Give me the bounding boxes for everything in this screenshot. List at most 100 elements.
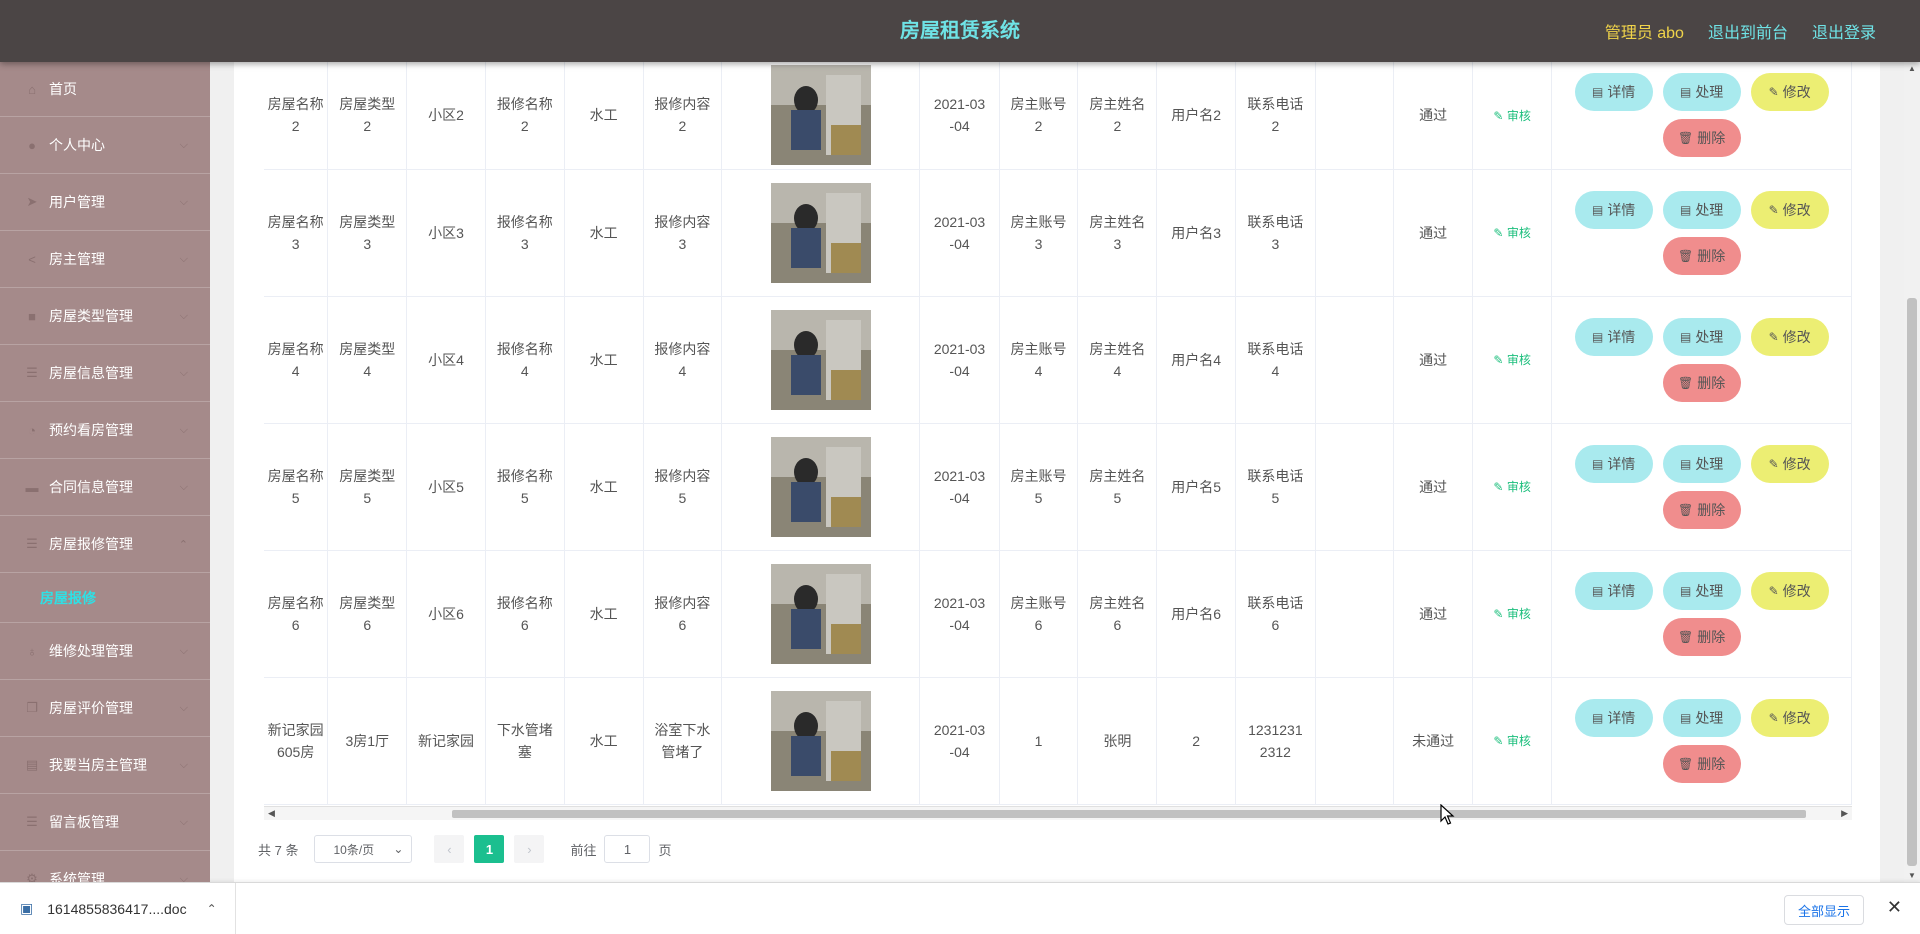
cell-repair-content: 报修内容 5 — [643, 423, 723, 551]
goto-page-input[interactable] — [604, 835, 651, 863]
sidebar-item-appointments[interactable]: ◔ 预约看房管理 ⌵ — [0, 402, 210, 459]
scrollbar-thumb[interactable] — [452, 810, 1806, 818]
detail-button[interactable]: ▤ 详情 — [1574, 698, 1653, 737]
sidebar-item-label: 房屋类型管理 — [49, 308, 133, 324]
cell-username: 用户名4 — [1156, 296, 1237, 424]
detail-button[interactable]: ▤ 详情 — [1574, 190, 1653, 229]
repair-photo[interactable] — [770, 690, 871, 791]
next-page-button[interactable]: › — [514, 835, 545, 863]
sidebar-item-maintenance[interactable]: ♁ 维修处理管理 ⌵ — [0, 623, 210, 680]
edit-button[interactable]: ✎ 修改 — [1750, 444, 1829, 483]
repair-photo[interactable] — [770, 182, 871, 283]
handle-button[interactable]: ▤ 处理 — [1662, 317, 1741, 356]
delete-button[interactable]: 🗑 删除 — [1662, 363, 1741, 402]
sidebar-subitem-repair[interactable]: 房屋报修 — [0, 573, 210, 623]
handle-button[interactable]: ▤ 处理 — [1662, 73, 1741, 112]
audit-button[interactable]: ✎ 审核 — [1493, 480, 1530, 494]
audit-button[interactable]: ✎ 审核 — [1493, 353, 1530, 367]
prev-page-button[interactable]: ‹ — [434, 835, 465, 863]
cell-photo — [721, 550, 921, 678]
page-size-select[interactable]: 10条/页 ⌄ — [314, 835, 413, 863]
cell-community: 小区4 — [406, 296, 486, 424]
cell-actions: ▤ 详情 ▤ 处理 ✎ 修改 🗑 删除 — [1551, 62, 1852, 170]
edit-button[interactable]: ✎ 修改 — [1750, 190, 1829, 229]
detail-button[interactable]: ▤ 详情 — [1574, 444, 1653, 483]
cell-repair-name: 报修名称 5 — [485, 423, 565, 551]
sidebar-item-label: 留言板管理 — [49, 814, 119, 830]
edit-button[interactable]: ✎ 修改 — [1750, 317, 1829, 356]
sidebar-item-reviews[interactable]: ❐ 房屋评价管理 ⌵ — [0, 680, 210, 737]
sidebar-item-personal[interactable]: ● 个人中心 ⌵ — [0, 117, 210, 174]
sidebar-item-contracts[interactable]: ▬ 合同信息管理 ⌵ — [0, 459, 210, 516]
audit-button[interactable]: ✎ 审核 — [1493, 109, 1530, 123]
cell-phone-text: 1231231 2312 — [1248, 721, 1303, 760]
delete-button[interactable]: 🗑 删除 — [1662, 236, 1741, 275]
repair-table-wrapper: 房屋名称 2 房屋类型 2 小区2 报修名称 2 水工 报修内容 2 2021-03 -04 房主账号 2… — [264, 62, 1852, 806]
repair-photo[interactable] — [770, 563, 871, 664]
cell-house-name: 新记家园 605房 — [264, 677, 329, 805]
delete-label: 删除 — [1697, 374, 1726, 391]
horizontal-scrollbar[interactable]: ◀ ▶ — [264, 806, 1852, 820]
audit-button[interactable]: ✎ 审核 — [1493, 607, 1530, 621]
audit-label: 审核 — [1506, 607, 1531, 621]
logout-link[interactable]: 退出登录 — [1812, 19, 1876, 43]
front-link[interactable]: 退出到前台 — [1708, 19, 1788, 43]
show-all-button[interactable]: 全部显示 — [1784, 895, 1864, 925]
document-icon: ▤ — [1679, 329, 1692, 344]
cell-owner-account: 房主账号 6 — [999, 550, 1079, 678]
scroll-left-icon[interactable]: ◀ — [268, 808, 275, 819]
sidebar-item-label: 合同信息管理 — [49, 479, 133, 495]
edit-button[interactable]: ✎ 修改 — [1750, 73, 1829, 112]
cell-community-text: 小区4 — [428, 351, 464, 368]
cell-actions: ▤ 详情 ▤ 处理 ✎ 修改 🗑 删除 — [1551, 423, 1852, 551]
cell-community: 新记家园 — [406, 677, 486, 805]
detail-button[interactable]: ▤ 详情 — [1574, 73, 1653, 112]
sidebar-item-system[interactable]: ⚙ 系统管理 ⌵ — [0, 851, 210, 882]
handle-button[interactable]: ▤ 处理 — [1662, 698, 1741, 737]
vertical-scrollbar[interactable]: ▲ ▼ — [1904, 62, 1920, 882]
sidebar-item-house-types[interactable]: ■ 房屋类型管理 ⌵ — [0, 288, 210, 345]
delete-button[interactable]: 🗑 删除 — [1662, 119, 1741, 158]
chevron-up-icon[interactable]: ⌃ — [207, 902, 217, 916]
page-number-current[interactable]: 1 — [474, 835, 505, 863]
sidebar-item-label: 房主管理 — [49, 251, 105, 267]
repair-photo[interactable] — [770, 65, 871, 166]
sidebar-item-house-info[interactable]: ☰ 房屋信息管理 ⌵ — [0, 345, 210, 402]
edit-button[interactable]: ✎ 修改 — [1750, 698, 1829, 737]
sidebar-item-message-board[interactable]: ☰ 留言板管理 ⌵ — [0, 794, 210, 851]
sidebar-item-become-owner[interactable]: ▤ 我要当房主管理 ⌵ — [0, 737, 210, 794]
scroll-down-icon[interactable]: ▼ — [1908, 871, 1916, 880]
handle-button[interactable]: ▤ 处理 — [1662, 444, 1741, 483]
page-size-value: 10条/页 — [333, 842, 375, 857]
audit-button[interactable]: ✎ 审核 — [1493, 734, 1530, 748]
download-item[interactable]: ▣ 1614855836417....doc ⌃ — [0, 882, 236, 934]
edit-button[interactable]: ✎ 修改 — [1750, 571, 1829, 610]
scroll-up-icon[interactable]: ▲ — [1908, 64, 1916, 73]
repair-photo[interactable] — [770, 436, 871, 537]
bulb-icon: ♁ — [27, 643, 37, 659]
sidebar-item-owners[interactable]: < 房主管理 ⌵ — [0, 231, 210, 288]
repair-photo[interactable] — [770, 309, 871, 410]
delete-button[interactable]: 🗑 删除 — [1662, 744, 1741, 783]
cell-community: 小区2 — [406, 62, 486, 170]
delete-button[interactable]: 🗑 删除 — [1662, 617, 1741, 656]
scrollbar-thumb[interactable] — [1907, 298, 1917, 866]
delete-button[interactable]: 🗑 删除 — [1662, 490, 1741, 529]
detail-button[interactable]: ▤ 详情 — [1574, 317, 1653, 356]
close-icon[interactable]: ✕ — [1887, 897, 1902, 918]
detail-button[interactable]: ▤ 详情 — [1574, 571, 1653, 610]
sidebar-item-home[interactable]: ⌂ 首页 — [0, 62, 210, 117]
cell-owner-name: 房主姓名 3 — [1077, 169, 1158, 297]
handle-button[interactable]: ▤ 处理 — [1662, 190, 1741, 229]
sidebar-item-repairs[interactable]: ☰ 房屋报修管理 ⌃ — [0, 516, 210, 573]
sidebar-item-users[interactable]: ➤ 用户管理 ⌵ — [0, 174, 210, 231]
cell-repair-type-text: 水工 — [589, 351, 618, 368]
cell-repair-date: 2021-03 -04 — [919, 169, 1000, 297]
cell-username-text: 用户名3 — [1171, 224, 1222, 241]
cell-username-text: 2 — [1192, 732, 1201, 749]
cell-actions: ▤ 详情 ▤ 处理 ✎ 修改 🗑 删除 — [1551, 296, 1852, 424]
sidebar-item-label: 个人中心 — [49, 137, 105, 153]
audit-button[interactable]: ✎ 审核 — [1493, 226, 1530, 240]
scroll-right-icon[interactable]: ▶ — [1841, 808, 1848, 819]
handle-button[interactable]: ▤ 处理 — [1662, 571, 1741, 610]
